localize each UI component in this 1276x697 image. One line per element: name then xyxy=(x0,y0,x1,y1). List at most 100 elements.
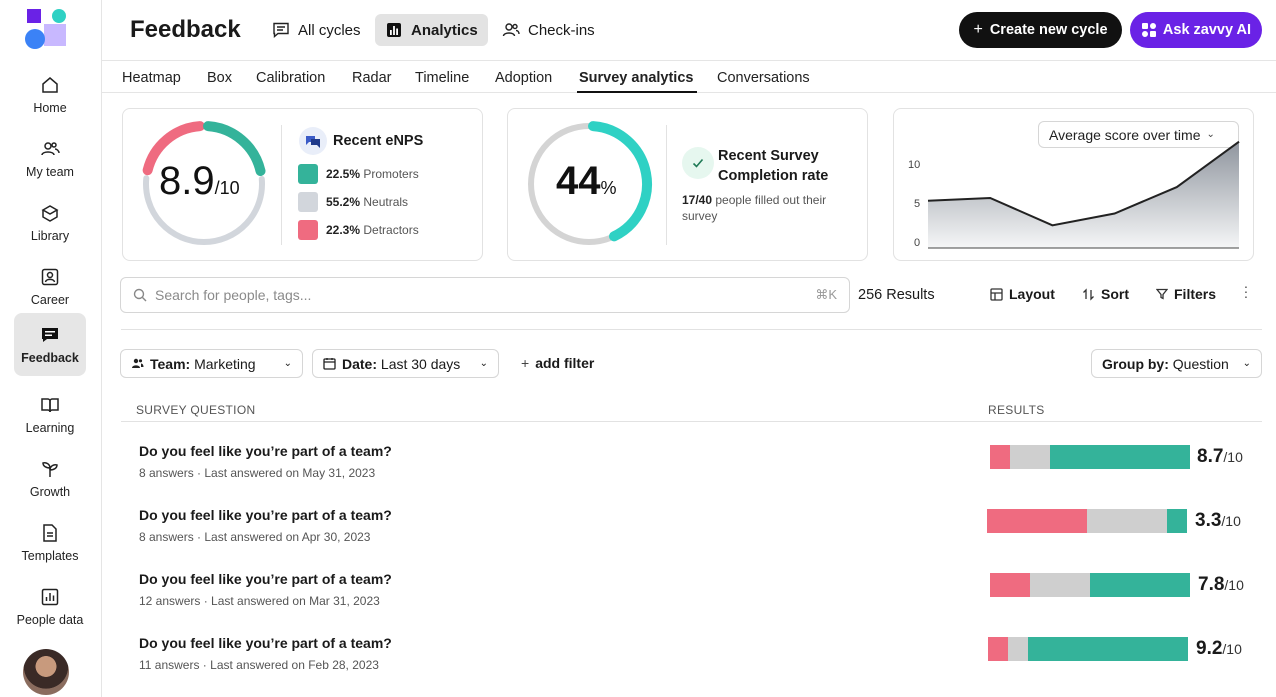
bar-detractors xyxy=(987,509,1087,533)
bar-promoters xyxy=(1167,509,1187,533)
column-header-results: RESULTS xyxy=(988,403,1045,417)
enps-card: 8.9/10 Recent eNPS 22.5% Promoters 55.2%… xyxy=(122,108,483,261)
sidebar-item-career[interactable]: Career xyxy=(14,256,86,318)
completion-unit: % xyxy=(600,178,617,198)
bar-neutrals xyxy=(1030,573,1090,597)
tab-all-cycles[interactable]: All cycles xyxy=(262,14,371,46)
score-outof: /10 xyxy=(1222,641,1242,657)
app: Home My team Library Career Feedback Lea… xyxy=(0,0,1276,697)
completion-title: Recent Survey Completion rate xyxy=(718,148,829,184)
home-icon xyxy=(42,77,58,93)
enps-score: 8.9/10 xyxy=(159,159,240,204)
add-filter-label: add filter xyxy=(535,355,595,371)
sidebar-item-label: Home xyxy=(33,101,67,115)
create-cycle-button[interactable]: + Create new cycle xyxy=(959,12,1122,48)
sidebar-item-library[interactable]: Library xyxy=(14,192,86,254)
promoters-pct: 22.5% xyxy=(326,167,361,181)
sidebar-item-label: Growth xyxy=(29,485,71,499)
trend-chart: 10 5 0 xyxy=(908,140,1240,249)
subtab-heatmap[interactable]: Heatmap xyxy=(122,70,181,86)
sidebar-item-my-team[interactable]: My team xyxy=(14,128,86,190)
trend-area xyxy=(928,141,1239,248)
user-avatar[interactable] xyxy=(23,649,69,695)
sort-icon xyxy=(1083,287,1094,301)
completion-number: 44 xyxy=(556,159,601,203)
results-bar xyxy=(988,637,1188,661)
table-row[interactable]: Do you feel like you’re part of a team? … xyxy=(121,489,1262,553)
sidebar-item-label: My team xyxy=(26,165,74,179)
learning-icon xyxy=(41,398,59,413)
subtab-box[interactable]: Box xyxy=(207,70,232,86)
result-score: 3.3/10 xyxy=(1195,510,1241,532)
zavvy-logo[interactable] xyxy=(24,6,68,50)
library-icon xyxy=(41,205,59,222)
ask-ai-button[interactable]: Ask zavvy AI xyxy=(1130,12,1262,48)
filter-icon xyxy=(1156,288,1168,300)
sidebar-item-label: Career xyxy=(30,293,70,307)
subtab-timeline[interactable]: Timeline xyxy=(415,70,469,86)
result-score: 8.7/10 xyxy=(1197,446,1243,468)
table-row[interactable]: Do you feel like you’re part of a team? … xyxy=(121,617,1262,681)
enps-score-value: 8.9 xyxy=(159,159,215,203)
y-tick-label: 5 xyxy=(914,198,920,210)
date-filter[interactable]: Date: Last 30 days ⌄ xyxy=(312,349,499,378)
subtab-calibration[interactable]: Calibration xyxy=(256,70,325,86)
sidebar-item-learning[interactable]: Learning xyxy=(14,384,86,446)
tab-label: All cycles xyxy=(298,21,361,39)
enps-title: Recent eNPS xyxy=(333,133,424,149)
subtab-adoption[interactable]: Adoption xyxy=(495,70,552,86)
page-title: Feedback xyxy=(130,16,241,43)
enps-score-outof: /10 xyxy=(214,178,240,198)
completion-count: 17/40 xyxy=(682,193,713,207)
plus-icon: + xyxy=(973,21,983,38)
question-title: Do you feel like you’re part of a team? xyxy=(139,635,392,651)
search-box[interactable]: ⌘K xyxy=(120,277,850,313)
sidebar-item-templates[interactable]: Templates xyxy=(14,512,86,574)
sidebar-item-home[interactable]: Home xyxy=(14,64,86,126)
score-outof: /10 xyxy=(1224,577,1244,593)
result-score: 9.2/10 xyxy=(1196,638,1242,660)
sidebar-item-growth[interactable]: Growth xyxy=(14,448,86,510)
enps-chat-icon xyxy=(299,127,327,155)
y-tick-label: 0 xyxy=(914,237,920,249)
group-by-select[interactable]: Group by: Question ⌄ xyxy=(1091,349,1262,378)
results-bar xyxy=(987,509,1187,533)
plus-icon: + xyxy=(521,355,530,371)
completion-detail: 17/40 people filled out their survey xyxy=(682,192,858,224)
team-filter[interactable]: Team: Marketing ⌄ xyxy=(120,349,303,378)
bar-detractors xyxy=(988,637,1008,661)
table-row[interactable]: Do you feel like you’re part of a team? … xyxy=(121,553,1262,617)
filters-button[interactable]: Filters xyxy=(1156,286,1216,302)
layout-icon xyxy=(990,287,1003,301)
subtab-radar[interactable]: Radar xyxy=(352,70,392,86)
sort-button[interactable]: Sort xyxy=(1082,286,1129,302)
layout-button[interactable]: Layout xyxy=(990,286,1055,302)
tab-analytics[interactable]: Analytics xyxy=(375,14,488,46)
sidebar-item-label: Feedback xyxy=(21,350,79,365)
question-title: Do you feel like you’re part of a team? xyxy=(139,571,392,587)
trend-card: Average score over time ⌄ 10 5 0 xyxy=(893,108,1254,261)
legend-detractors: 22.3% Detractors xyxy=(298,220,419,240)
table-row[interactable]: Do you feel like you’re part of a team? … xyxy=(121,425,1262,489)
search-shortcut: ⌘K xyxy=(815,287,837,302)
career-icon xyxy=(41,268,59,286)
tab-check-ins[interactable]: Check-ins xyxy=(492,14,605,46)
subtab-conversations[interactable]: Conversations xyxy=(717,70,810,86)
subtab-survey-analytics[interactable]: Survey analytics xyxy=(579,70,693,86)
date-filter-value: Last 30 days xyxy=(380,355,461,372)
search-icon xyxy=(133,288,147,302)
search-input[interactable] xyxy=(155,287,808,303)
more-options-icon[interactable]: · · · xyxy=(1243,279,1249,303)
question-meta: 11 answers · Last answered on Feb 28, 20… xyxy=(139,658,379,672)
people-icon xyxy=(132,358,144,368)
divider xyxy=(121,329,1262,330)
sort-label: Sort xyxy=(1101,286,1129,302)
sidebar-item-feedback[interactable]: Feedback xyxy=(14,313,86,376)
add-filter-button[interactable]: + add filter xyxy=(521,355,594,371)
question-meta: 12 answers · Last answered on Mar 31, 20… xyxy=(139,594,380,608)
detractors-swatch xyxy=(298,220,318,240)
chevron-down-icon: ⌄ xyxy=(1242,358,1251,369)
sidebar-item-people-data[interactable]: People data xyxy=(14,576,86,638)
divider xyxy=(281,125,282,245)
result-score: 7.8/10 xyxy=(1198,574,1244,596)
